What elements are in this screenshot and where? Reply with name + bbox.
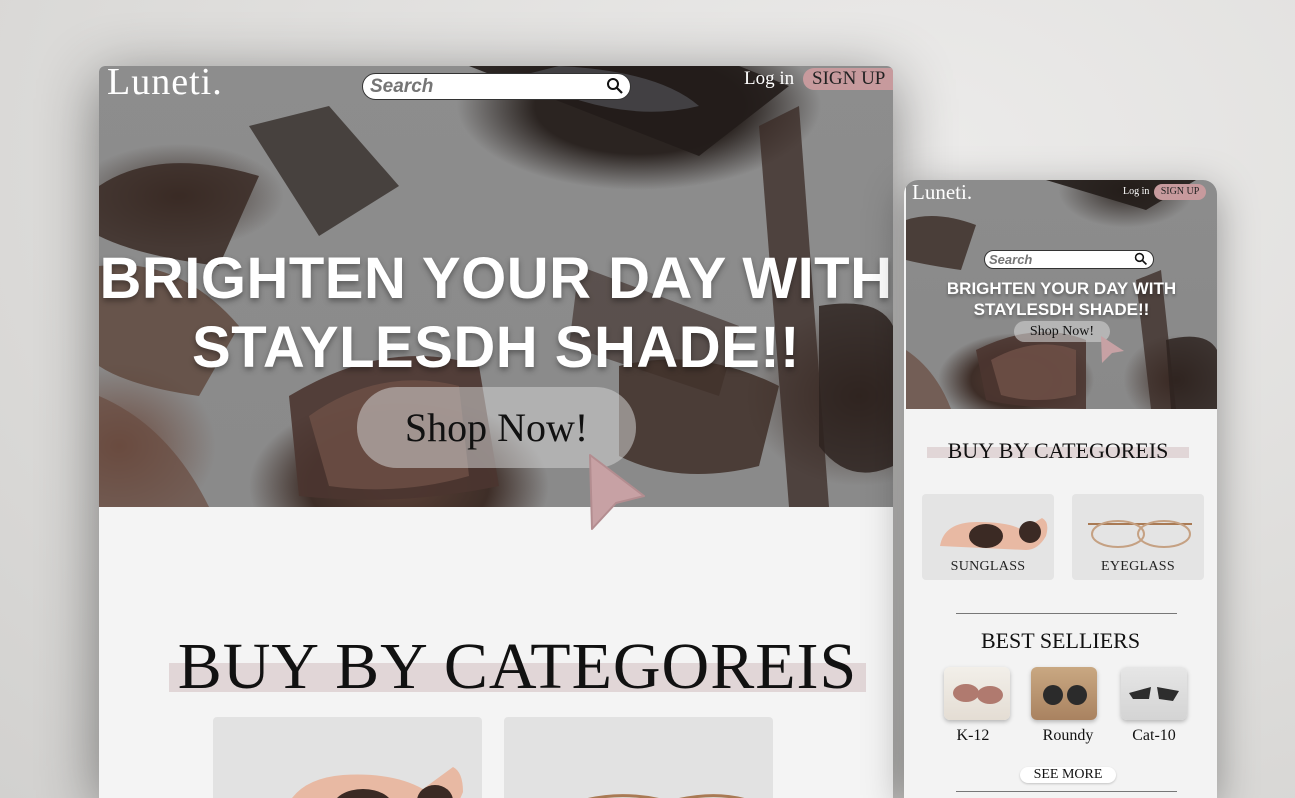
category-card-sunglass[interactable] bbox=[213, 717, 482, 798]
hero-headline: BRIGHTEN YOUR DAY WITH STAYLESDH SHADE!! bbox=[99, 244, 893, 382]
sunglasses-icon bbox=[940, 518, 1048, 550]
eyeglasses-icon bbox=[588, 794, 745, 798]
best-sellers-title: BEST SELLIERS bbox=[980, 628, 1141, 653]
sunglasses-icon bbox=[953, 684, 1003, 704]
sunglasses-icon bbox=[292, 767, 463, 798]
mobile-category-label: EYEGLASS bbox=[1101, 559, 1175, 574]
mobile-hero-headline: BRIGHTEN YOUR DAY WITH STAYLESDH SHADE!! bbox=[906, 278, 1217, 320]
product-label: K-12 bbox=[956, 727, 990, 744]
mobile-cursor-arrow-icon bbox=[1101, 336, 1124, 363]
desktop-mockup: Luneti. Log in SIGN UP BRIGHTEN YOUR DAY… bbox=[99, 66, 893, 798]
product-label: Cat-10 bbox=[1132, 727, 1176, 744]
mobile-login-link[interactable]: Log in bbox=[1123, 186, 1149, 197]
mobile-search-input[interactable] bbox=[989, 252, 1119, 267]
login-link[interactable]: Log in bbox=[744, 68, 794, 90]
hero-headline-line2: STAYLESDH SHADE!! bbox=[192, 315, 800, 380]
product-card-roundy[interactable] bbox=[1031, 667, 1097, 720]
mobile-hero-banner: Luneti. Log in SIGN UP BRIGHTEN YOUR DAY… bbox=[906, 180, 1217, 409]
mobile-category-card-sunglass[interactable]: SUNGLASS bbox=[922, 494, 1054, 580]
product-label: Roundy bbox=[1042, 727, 1094, 744]
divider bbox=[956, 791, 1177, 792]
product-card-cat10[interactable] bbox=[1121, 667, 1187, 720]
divider bbox=[956, 613, 1177, 614]
sunglasses-icon bbox=[1129, 687, 1179, 701]
logo[interactable]: Luneti. bbox=[107, 66, 223, 104]
mobile-category-card-eyeglass[interactable]: EYEGLASS bbox=[1072, 494, 1204, 580]
mobile-shop-now-button[interactable]: Shop Now! bbox=[1014, 321, 1110, 342]
search-icon[interactable] bbox=[606, 77, 624, 95]
mobile-categories-title: BUY BY CATEGOREIS bbox=[947, 438, 1169, 463]
product-card-k12[interactable] bbox=[944, 667, 1010, 720]
mobile-search-icon[interactable] bbox=[1134, 252, 1148, 266]
mobile-search-bar[interactable] bbox=[984, 250, 1154, 269]
mobile-mockup: Luneti. Log in SIGN UP BRIGHTEN YOUR DAY… bbox=[904, 180, 1217, 798]
mobile-signup-button[interactable]: SIGN UP bbox=[1154, 184, 1206, 200]
hero-banner: Luneti. Log in SIGN UP BRIGHTEN YOUR DAY… bbox=[99, 66, 893, 507]
search-bar[interactable] bbox=[362, 73, 631, 100]
hero-headline-line1: BRIGHTEN YOUR DAY WITH bbox=[99, 246, 893, 311]
category-card-eyeglass[interactable] bbox=[504, 717, 773, 798]
sunglasses-icon bbox=[1043, 685, 1087, 705]
see-more-button[interactable]: SEE MORE bbox=[1020, 767, 1116, 783]
mobile-hero-headline-line2: STAYLESDH SHADE!! bbox=[973, 300, 1150, 319]
search-input[interactable] bbox=[370, 76, 600, 98]
signup-button[interactable]: SIGN UP bbox=[803, 68, 893, 90]
mobile-hero-headline-line1: BRIGHTEN YOUR DAY WITH bbox=[946, 279, 1177, 298]
cursor-arrow-icon bbox=[589, 454, 645, 530]
mobile-category-label: SUNGLASS bbox=[950, 559, 1026, 574]
eyeglasses-icon bbox=[1088, 520, 1192, 548]
categories-title: BUY BY CATEGOREIS bbox=[177, 630, 858, 703]
mobile-logo[interactable]: Luneti. bbox=[912, 180, 972, 205]
